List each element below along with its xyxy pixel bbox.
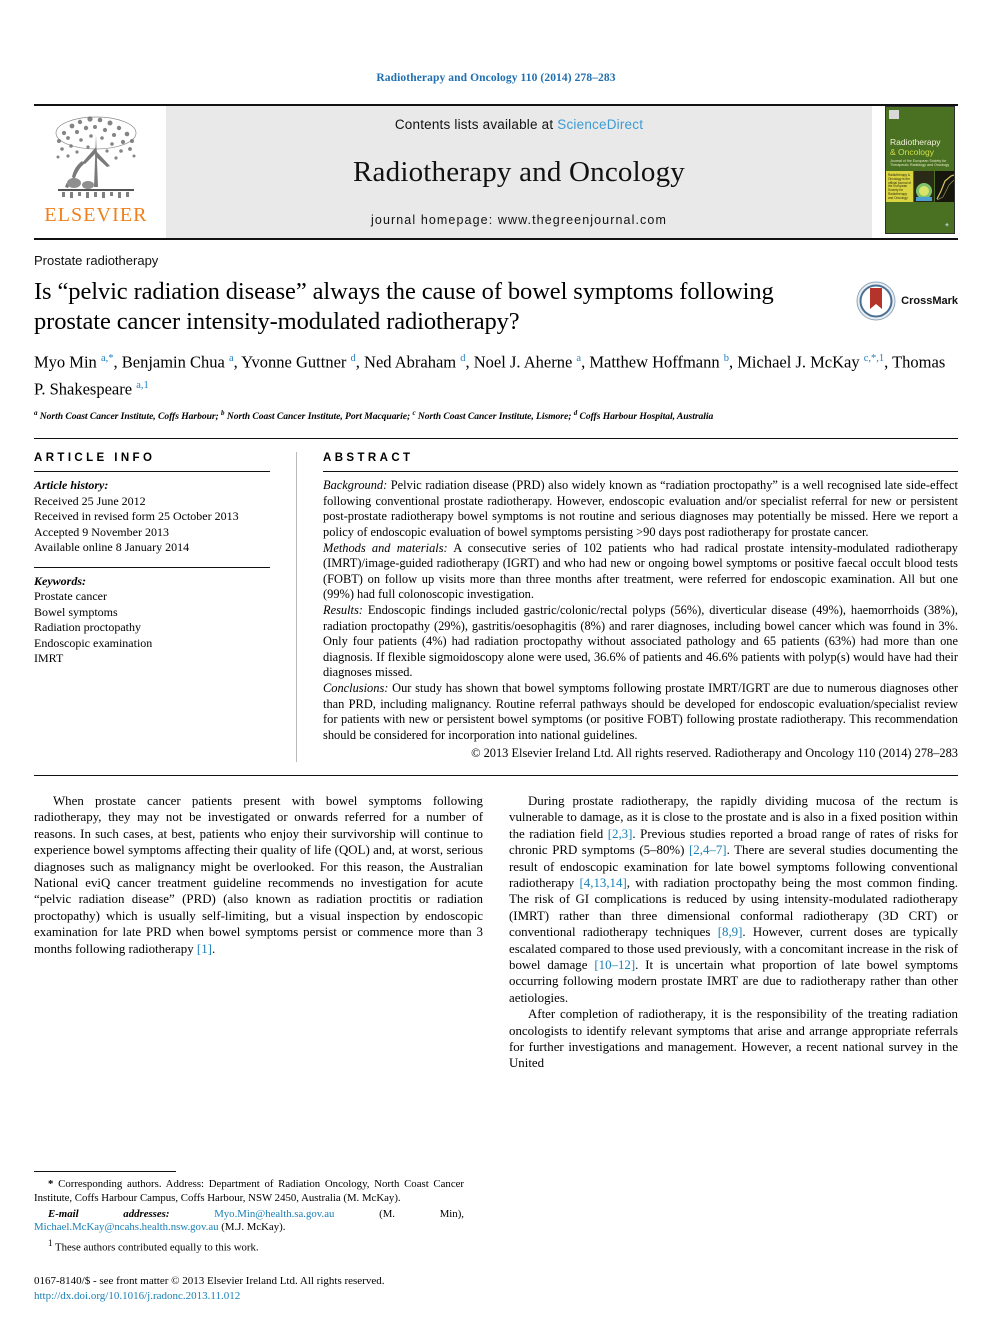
keywords-group: Keywords: Prostate cancer Bowel symptoms… <box>34 574 270 667</box>
article-section-label: Prostate radiotherapy <box>34 253 159 268</box>
abstract-conclusions: Conclusions: Our study has shown that bo… <box>323 681 958 743</box>
journal-homepage-link[interactable]: journal homepage: www.thegreenjournal.co… <box>371 213 667 227</box>
abstract-results-label: Results: <box>323 602 363 617</box>
affiliation-list: a North Coast Cancer Institute, Coffs Ha… <box>34 409 714 423</box>
footnote-rule <box>34 1171 176 1173</box>
abstract-conclusions-label: Conclusions: <box>323 680 389 695</box>
doi-link[interactable]: http://dx.doi.org/10.1016/j.radonc.2013.… <box>34 1289 504 1304</box>
journal-article-page: Radiotherapy and Oncology 110 (2014) 278… <box>0 0 992 1323</box>
page-title: Is “pelvic radiation disease” always the… <box>34 278 774 335</box>
journal-cover-block: Radiotherapy & Oncology Journal of the E… <box>882 106 958 238</box>
article-info-column: ARTICLE INFO Article history: Received 2… <box>34 452 296 762</box>
cover-blurb-panel: Radiotherapy & Oncology is the official … <box>886 171 913 202</box>
body-column-left: When prostate cancer patients present wi… <box>34 793 483 1072</box>
sciencedirect-link[interactable]: ScienceDirect <box>557 117 643 132</box>
abstract-rule <box>323 471 958 473</box>
journal-title: Radiotherapy and Oncology <box>353 156 685 188</box>
elsevier-logo-block: ELSEVIER <box>34 106 158 238</box>
email-addresses-note[interactable]: E-mail addresses: Myo.Min@health.sa.gov.… <box>34 1208 464 1235</box>
cover-photo-left-graphic <box>914 171 934 202</box>
history-item: Received 25 June 2012 <box>34 493 146 508</box>
keyword-item: Bowel symptoms <box>34 604 118 619</box>
equal-contribution-note: 1 These authors contributed equally to t… <box>48 1237 259 1254</box>
running-head: Radiotherapy and Oncology 110 (2014) 278… <box>376 72 616 84</box>
info-abstract-block: ARTICLE INFO Article history: Received 2… <box>34 438 958 762</box>
keyword-item: IMRT <box>34 651 64 666</box>
cover-top-marker <box>889 110 899 119</box>
column-divider <box>296 452 297 762</box>
abstract-copyright: © 2013 Elsevier Ireland Ltd. All rights … <box>471 746 958 761</box>
abstract-results: Results: Endoscopic findings included ga… <box>323 603 958 681</box>
abstract-background-text: Pelvic radiation disease (PRD) also wide… <box>323 478 958 539</box>
keywords-label: Keywords: <box>34 573 86 588</box>
masthead-center-band: Contents lists available at ScienceDirec… <box>166 106 872 238</box>
cover-photo-left <box>914 171 934 202</box>
cover-subtitle: Journal of the European Society for Ther… <box>890 159 950 168</box>
cover-blurb-text: Radiotherapy & Oncology is the official … <box>888 173 911 200</box>
imprint-block: 0167-8140/$ - see front matter © 2013 El… <box>34 1274 504 1303</box>
masthead-bottom-rule <box>34 238 958 240</box>
issn-copyright-line: 0167-8140/$ - see front matter © 2013 El… <box>34 1275 385 1287</box>
contents-available-line: Contents lists available at ScienceDirec… <box>395 117 643 132</box>
body-paragraph: When prostate cancer patients present wi… <box>34 793 483 956</box>
abstract-methods-label: Methods and materials: <box>323 540 448 555</box>
body-column-right: During prostate radiotherapy, the rapidl… <box>509 793 958 1072</box>
abstract-background-label: Background: <box>323 478 388 493</box>
history-item: Available online 8 January 2014 <box>34 540 190 555</box>
journal-masthead: ELSEVIER Contents lists available at Sci… <box>34 104 958 238</box>
footnotes-block: * Corresponding authors. Address: Depart… <box>34 1171 464 1257</box>
cover-title-line1: Radiotherapy <box>890 137 941 147</box>
keyword-item: Radiation proctopathy <box>34 620 141 635</box>
cover-photo-right <box>935 171 954 202</box>
crossmark-icon <box>856 281 896 321</box>
crossmark-badge[interactable]: CrossMark <box>838 277 958 321</box>
cover-photo-right-graphic <box>935 171 954 202</box>
abstract-column: ABSTRACT Background: Pelvic radiation di… <box>323 452 958 762</box>
history-item: Received in revised form 25 October 2013 <box>34 509 239 524</box>
body-columns: When prostate cancer patients present wi… <box>34 793 958 1072</box>
article-history-label: Article history: <box>34 478 109 493</box>
body-paragraph: During prostate radiotherapy, the rapidl… <box>509 793 959 1005</box>
journal-cover-image: Radiotherapy & Oncology Journal of the E… <box>885 106 955 234</box>
elsevier-tree-icon <box>55 116 137 198</box>
article-info-rule <box>34 471 270 473</box>
history-item: Accepted 9 November 2013 <box>34 524 169 539</box>
article-info-separator <box>34 566 270 568</box>
crossmark-label: CrossMark <box>901 295 958 307</box>
abstract-bottom-rule <box>34 774 958 776</box>
abstract-heading: ABSTRACT <box>323 452 414 465</box>
title-row: Is “pelvic radiation disease” always the… <box>34 277 958 337</box>
article-info-heading: ARTICLE INFO <box>34 452 156 465</box>
contents-prefix-text: Contents lists available at <box>394 117 558 132</box>
body-paragraph: After completion of radiotherapy, it is … <box>509 1007 958 1071</box>
keyword-item: Endoscopic examination <box>34 635 153 650</box>
author-list: Myo Min a,*, Benjamin Chua a, Yvonne Gut… <box>34 352 946 399</box>
abstract-results-text: Endoscopic findings included gastric/col… <box>323 602 958 680</box>
abstract-methods: Methods and materials: A consecutive ser… <box>323 541 958 603</box>
cover-title: Radiotherapy & Oncology <box>890 137 951 157</box>
keyword-item: Prostate cancer <box>34 589 107 604</box>
abstract-conclusions-text: Our study has shown that bowel symptoms … <box>323 680 958 742</box>
elsevier-wordmark: ELSEVIER <box>44 204 148 226</box>
abstract-background: Background: Pelvic radiation disease (PR… <box>323 478 958 540</box>
cover-publisher-mark: ◈ <box>945 222 949 228</box>
cover-title-line2: & Oncology <box>890 146 934 157</box>
corresponding-author-note: * Corresponding authors. Address: Depart… <box>34 1178 464 1205</box>
article-history-group: Article history: Received 25 June 2012 R… <box>34 478 270 556</box>
